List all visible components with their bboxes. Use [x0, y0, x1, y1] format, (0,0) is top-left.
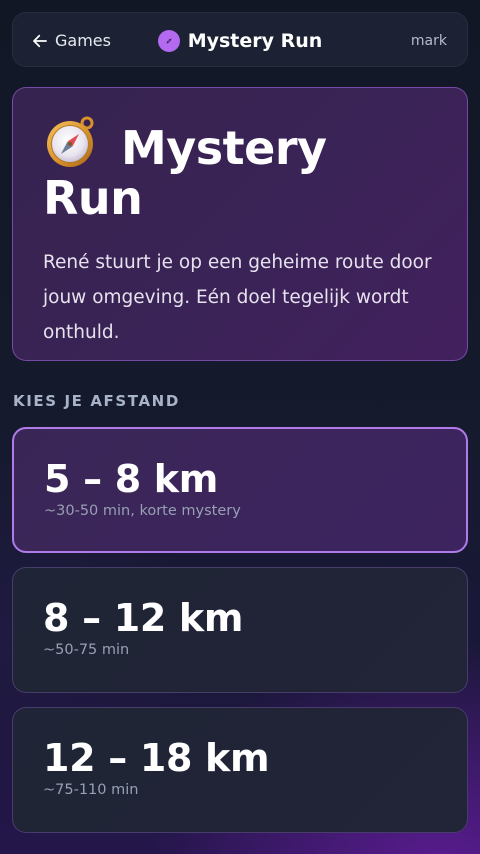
user-name[interactable]: mark [411, 13, 447, 68]
page-title: Mystery Run [13, 13, 467, 68]
hero-title-line1: Mystery [121, 121, 327, 175]
hero-card: Mystery Run René stuurt je op een geheim… [12, 87, 468, 361]
distance-option-subtitle: ~50-75 min [43, 642, 130, 658]
hero-title: Mystery Run [43, 114, 441, 223]
hero-title-line2: Run [43, 171, 143, 225]
distance-option-subtitle: ~30-50 min, korte mystery [44, 503, 241, 519]
distance-option-5-8[interactable]: 5 – 8 km ~30-50 min, korte mystery [12, 427, 468, 553]
top-bar: Games Mystery Run mark [12, 12, 468, 67]
section-label: KIES JE AFSTAND [13, 392, 180, 410]
distance-option-subtitle: ~75-110 min [43, 782, 139, 798]
distance-option-label: 5 – 8 km [44, 457, 219, 501]
distance-option-label: 12 – 18 km [43, 736, 270, 780]
compass-icon [157, 29, 180, 52]
distance-option-8-12[interactable]: 8 – 12 km ~50-75 min [12, 567, 468, 693]
distance-option-label: 8 – 12 km [43, 596, 244, 640]
page-title-text: Mystery Run [187, 29, 323, 52]
compass-icon [47, 116, 94, 167]
distance-option-12-18[interactable]: 12 – 18 km ~75-110 min [12, 707, 468, 833]
hero-description: René stuurt je op een geheime route door… [43, 252, 432, 343]
